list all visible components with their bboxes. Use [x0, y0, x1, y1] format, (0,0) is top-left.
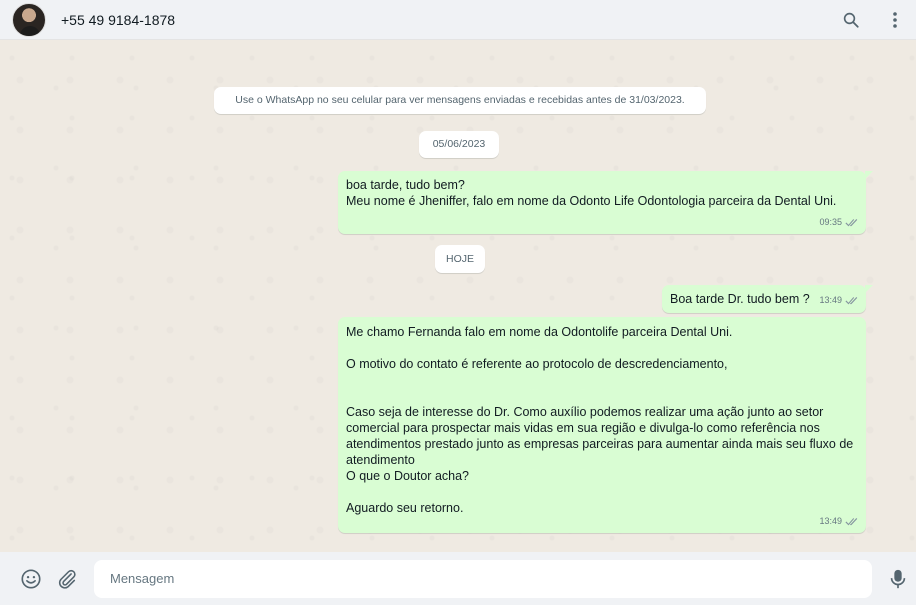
message-meta: 13:49	[819, 292, 859, 308]
voice-record-button[interactable]	[884, 565, 912, 593]
chat-header: +55 49 9184-1878	[0, 0, 916, 40]
message-time: 09:35	[819, 217, 842, 227]
emoji-icon	[21, 568, 41, 589]
outgoing-message[interactable]: boa tarde, tudo bem? Meu nome é Jheniffe…	[338, 171, 873, 234]
double-check-icon	[845, 517, 858, 525]
message-input[interactable]	[94, 559, 872, 598]
mic-icon	[890, 569, 906, 588]
search-icon	[843, 12, 859, 28]
message-text: boa tarde, tudo bem? Meu nome é Jheniffe…	[346, 178, 837, 208]
history-notice: Use o WhatsApp no seu celular para ver m…	[214, 87, 706, 114]
contact-name[interactable]: +55 49 9184-1878	[61, 12, 175, 28]
menu-button[interactable]	[882, 7, 908, 33]
message-meta: 09:35	[819, 214, 859, 230]
header-actions	[838, 0, 916, 40]
bubble-tail	[865, 285, 873, 293]
outgoing-message[interactable]: Boa tarde Dr. tudo bem ? 13:49	[662, 285, 873, 313]
avatar[interactable]	[12, 2, 46, 37]
composer	[0, 552, 916, 605]
attach-button[interactable]	[53, 565, 81, 593]
message-list[interactable]: Use o WhatsApp no seu celular para ver m…	[0, 40, 916, 552]
message-time: 13:49	[819, 516, 842, 526]
date-divider: HOJE	[435, 245, 485, 273]
outgoing-message[interactable]: Me chamo Fernanda falo em nome da Odonto…	[338, 317, 866, 533]
double-check-icon	[845, 296, 858, 304]
attach-icon	[58, 569, 76, 589]
message-time: 13:49	[819, 295, 842, 305]
menu-icon	[893, 12, 897, 28]
message-text: Me chamo Fernanda falo em nome da Odonto…	[346, 325, 854, 515]
emoji-button[interactable]	[17, 565, 45, 593]
message-meta: 13:49	[819, 513, 859, 529]
double-check-icon	[845, 218, 858, 226]
date-divider: 05/06/2023	[419, 131, 499, 158]
search-button[interactable]	[838, 7, 864, 33]
bubble-tail	[865, 171, 873, 179]
